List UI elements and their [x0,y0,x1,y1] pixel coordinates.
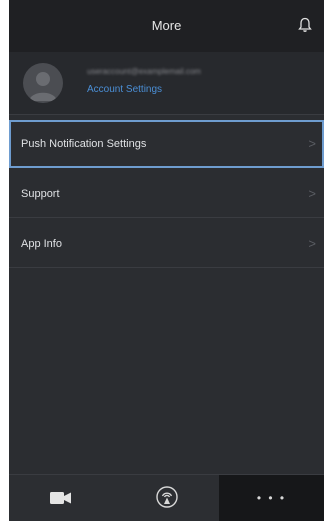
tab-more[interactable]: • • • [219,475,324,521]
broadcast-icon [156,486,178,508]
bell-icon[interactable] [296,16,314,34]
menu-item-push-notification-settings[interactable]: Push Notification Settings > [9,120,324,168]
avatar-icon [23,63,63,103]
menu-item-label: Push Notification Settings [21,138,147,150]
more-icon: • • • [256,491,287,505]
account-settings-link[interactable]: Account Settings [87,84,162,95]
tab-video[interactable] [9,475,114,521]
page-title: More [151,18,182,33]
chevron-right-icon: > [308,186,316,201]
account-profile[interactable]: useraccount@examplemail.com Account Sett… [9,52,324,115]
tab-broadcast[interactable] [114,475,219,521]
menu-item-label: Support [21,188,60,200]
menu-item-support[interactable]: Support > [9,170,324,218]
bottom-tab-bar: • • • [9,474,324,521]
app-screen: More useraccount@examplemail.com Account… [9,0,324,521]
menu-item-app-info[interactable]: App Info > [9,220,324,268]
menu-item-label: App Info [21,238,62,250]
chevron-right-icon: > [308,236,316,251]
account-email: useraccount@examplemail.com [87,67,201,76]
video-camera-icon [50,492,71,504]
chevron-right-icon: > [308,136,316,151]
header-bar: More [9,0,324,52]
